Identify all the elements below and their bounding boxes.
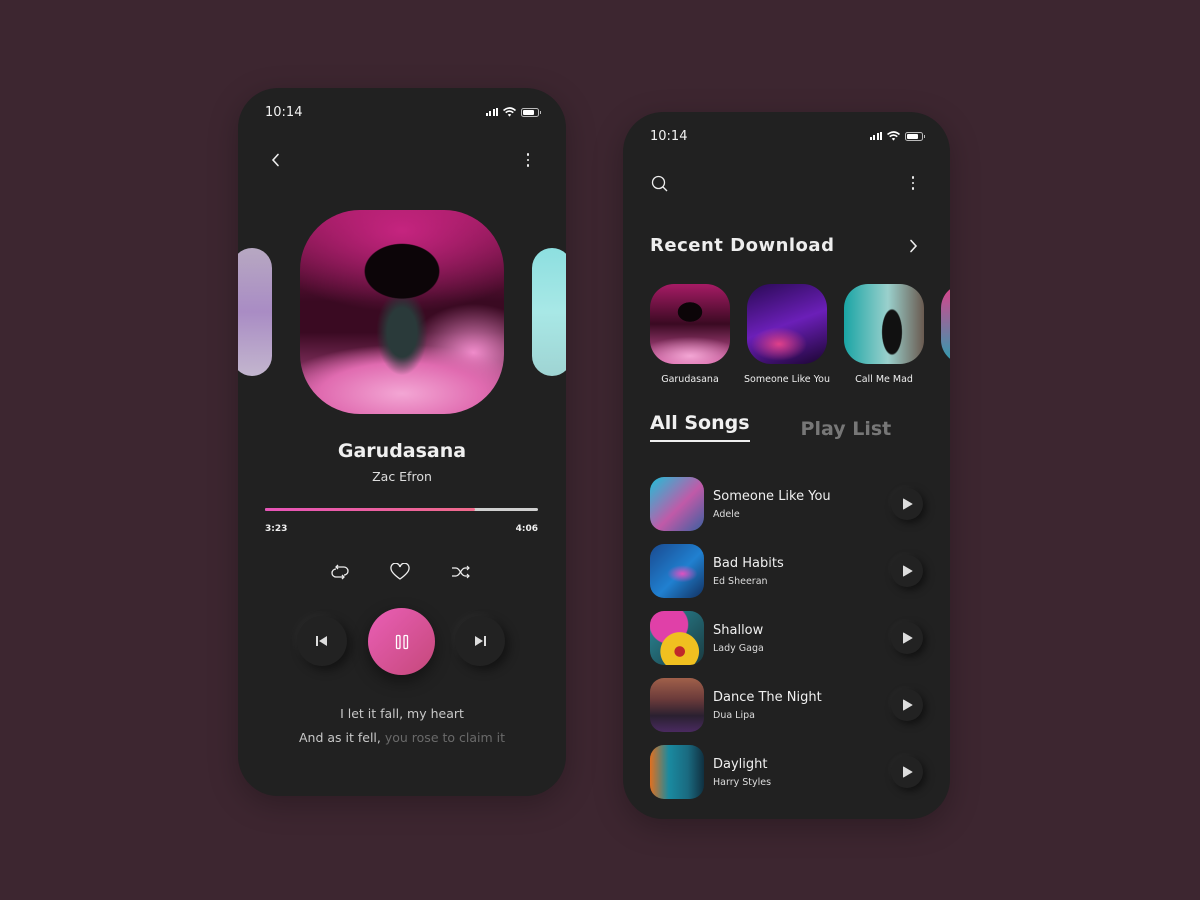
play-button[interactable] <box>891 622 923 654</box>
repeat-button[interactable] <box>328 560 352 584</box>
tab-play-list[interactable]: Play List <box>801 418 892 442</box>
library-screen: 10:14 Recent Download Garudasana Someone… <box>623 112 950 819</box>
recent-item[interactable]: Someone Like You <box>744 284 830 385</box>
song-list: Someone Like You Adele Bad Habits Ed Sheer… <box>650 477 923 812</box>
recent-downloads-carousel: Garudasana Someone Like You Call Me Mad <box>650 284 950 385</box>
song-name: Shallow <box>713 622 764 638</box>
status-bar: 10:14 <box>265 104 541 120</box>
battery-icon <box>521 107 541 117</box>
repeat-icon <box>331 564 349 580</box>
more-vertical-icon <box>911 176 915 190</box>
song-thumbnail <box>650 678 704 732</box>
album-thumbnail <box>650 284 730 364</box>
play-button[interactable] <box>891 488 923 520</box>
recent-item-label: Garudasana <box>661 374 719 385</box>
signal-icon <box>485 108 498 116</box>
skip-next-icon <box>475 636 486 646</box>
tab-bar: All Songs Play List <box>650 412 891 442</box>
search-icon <box>651 175 668 192</box>
song-artist: Ed Sheeran <box>713 575 768 587</box>
chevron-left-icon <box>271 153 279 167</box>
song-artist: Harry Styles <box>713 776 772 788</box>
song-artist: Adele <box>713 508 740 520</box>
song-artist: Zac Efron <box>372 469 432 484</box>
song-title: Garudasana <box>337 440 467 462</box>
play-icon <box>902 766 912 778</box>
recent-item-label: Call Me Mad <box>855 374 913 385</box>
song-row[interactable]: Someone Like You Adele <box>650 477 923 531</box>
total-time: 4:06 <box>515 524 538 534</box>
song-name: Daylight <box>713 756 768 772</box>
status-time: 10:14 <box>265 104 303 120</box>
song-row[interactable]: Shallow Lady Gaga <box>650 611 923 665</box>
song-thumbnail <box>650 745 704 799</box>
song-row[interactable]: Bad Habits Ed Sheeran <box>650 544 923 598</box>
heart-icon <box>390 563 410 580</box>
song-artist: Lady Gaga <box>713 642 764 654</box>
song-thumbnail <box>650 544 704 598</box>
current-time: 3:23 <box>265 524 288 534</box>
shuffle-button[interactable] <box>449 560 473 584</box>
signal-icon <box>869 132 882 140</box>
progress-bar[interactable] <box>265 508 538 511</box>
song-row[interactable]: Daylight Harry Styles <box>650 745 923 799</box>
song-name: Dance The Night <box>713 689 822 705</box>
play-button[interactable] <box>891 689 923 721</box>
album-thumbnail <box>844 284 924 364</box>
like-button[interactable] <box>388 560 412 584</box>
album-thumbnail <box>941 284 950 364</box>
chevron-right-icon <box>910 239 918 253</box>
song-thumbnail <box>650 611 704 665</box>
wifi-icon <box>503 107 516 117</box>
recent-item[interactable] <box>941 284 950 385</box>
album-thumbnail <box>747 284 827 364</box>
play-icon <box>902 699 912 711</box>
song-artist: Dua Lipa <box>713 709 755 721</box>
play-button[interactable] <box>891 756 923 788</box>
song-row[interactable]: Dance The Night Dua Lipa <box>650 678 923 732</box>
song-name: Someone Like You <box>713 488 831 504</box>
previous-track-button[interactable] <box>297 616 347 666</box>
lyric-upcoming: you rose to claim it <box>380 730 506 745</box>
now-playing-screen: 10:14 Garudasana Zac Efron 3:23 4:06 I l… <box>238 88 566 796</box>
recent-item-label: Someone Like You <box>744 374 830 385</box>
pause-button[interactable] <box>368 608 435 675</box>
lyric-line-current: And as it fell, you rose to claim it <box>238 730 566 745</box>
shuffle-icon <box>452 565 470 579</box>
more-vertical-icon <box>526 153 530 167</box>
wifi-icon <box>887 131 900 141</box>
previous-album-cover[interactable] <box>238 248 272 376</box>
recent-item[interactable]: Garudasana <box>650 284 730 385</box>
more-options-button[interactable] <box>518 150 538 170</box>
play-icon <box>902 565 912 577</box>
battery-icon <box>905 131 925 141</box>
tab-all-songs[interactable]: All Songs <box>650 412 750 442</box>
album-cover <box>300 210 504 414</box>
skip-previous-icon <box>316 636 327 646</box>
lyric-sung: And as it fell, <box>298 730 381 745</box>
back-button[interactable] <box>266 150 286 170</box>
search-button[interactable] <box>649 173 671 195</box>
play-button[interactable] <box>891 555 923 587</box>
more-options-button[interactable] <box>903 173 923 193</box>
song-name: Bad Habits <box>713 555 784 571</box>
status-bar: 10:14 <box>650 128 925 144</box>
song-thumbnail <box>650 477 704 531</box>
play-icon <box>902 498 912 510</box>
section-title: Recent Download <box>650 235 835 256</box>
play-icon <box>902 632 912 644</box>
lyric-line: I let it fall, my heart <box>340 706 464 721</box>
see-all-button[interactable] <box>903 236 923 256</box>
pause-icon <box>395 634 408 649</box>
status-time: 10:14 <box>650 128 688 144</box>
recent-item[interactable]: Call Me Mad <box>844 284 924 385</box>
progress-fill <box>265 508 476 511</box>
next-album-cover[interactable] <box>532 248 566 376</box>
next-track-button[interactable] <box>455 616 505 666</box>
